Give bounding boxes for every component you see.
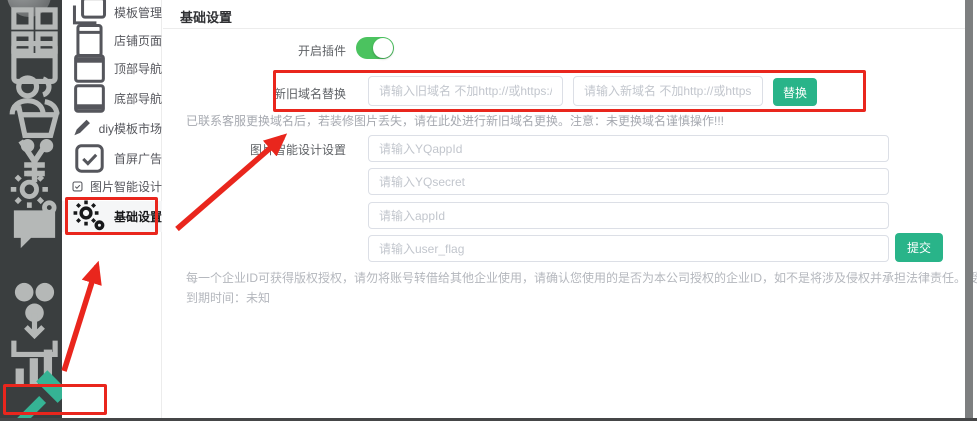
dark-sidebar: 概况 商品 会员 订单 财务 系统 消息 应用 xyxy=(0,0,62,418)
user-flag-input[interactable] xyxy=(368,235,889,262)
replace-button[interactable]: 替换 xyxy=(773,78,817,106)
diy-market-icon xyxy=(71,117,93,139)
submenu-item-label: 店铺页面 xyxy=(114,32,162,49)
image-design-label: 图片智能设计设置 xyxy=(163,141,346,158)
main-content: 基础设置 开启插件 新旧域名替换 替换 已联系客服更换域名后，若装修图片丢失，请… xyxy=(163,0,965,418)
submenu-item-label: 底部导航 xyxy=(114,90,162,107)
domain-hint: 已联系客服更换域名后，若装修图片丢失，请在此处进行新旧域名更换。注意：未更换域名… xyxy=(186,112,724,129)
submenu-item-basic-settings[interactable]: 基础设置 xyxy=(62,201,162,232)
submenu-item-label: 模板管理 xyxy=(114,4,162,21)
title-divider xyxy=(163,28,965,29)
submenu-item-image-smart-design[interactable]: 图片智能设计 xyxy=(62,172,162,200)
app-window: 概况 商品 会员 订单 财务 系统 消息 应用 xyxy=(0,0,977,421)
page-title: 基础设置 xyxy=(180,7,232,26)
submenu-item-label: 基础设置 xyxy=(114,208,162,225)
domain-replace-label: 新旧域名替换 xyxy=(163,85,346,102)
new-domain-input[interactable] xyxy=(573,76,763,106)
yqsecret-input[interactable] xyxy=(368,168,889,195)
submenu-item-label: 首屏广告 xyxy=(114,150,162,167)
messages-icon xyxy=(7,200,62,255)
basic-settings-icon xyxy=(71,198,108,235)
appid-input[interactable] xyxy=(368,202,889,229)
plugin-label: 开启插件 xyxy=(163,42,346,59)
yqappid-input[interactable] xyxy=(368,135,889,162)
submenu-item-label: 图片智能设计 xyxy=(90,178,162,195)
submenu-item-label: 顶部导航 xyxy=(114,60,162,77)
sidebar-item-messages[interactable]: 消息 xyxy=(0,217,62,237)
first-screen-ad-icon xyxy=(71,140,108,177)
sub-sidebar: 模板管理 店铺页面 顶部导航 底部导航 diy模板市场 首屏广告 图片智能设计 xyxy=(62,0,162,418)
submenu-item-top-nav[interactable]: 顶部导航 xyxy=(62,54,162,82)
plugin-toggle[interactable] xyxy=(356,37,394,59)
toggle-knob xyxy=(373,38,393,58)
image-smart-design-icon xyxy=(71,180,84,193)
submenu-item-bottom-nav[interactable]: 底部导航 xyxy=(62,84,162,112)
license-note: 每一个企业ID可获得版权授权，请勿将账号转借给其他企业使用，请确认您使用的是否为… xyxy=(186,269,977,286)
bottom-nav-icon xyxy=(71,80,108,117)
submenu-item-first-screen-ad[interactable]: 首屏广告 xyxy=(62,144,162,172)
expiry-text: 到期时间：未知 xyxy=(186,289,270,306)
old-domain-input[interactable] xyxy=(368,76,563,106)
vertical-scrollbar[interactable] xyxy=(965,0,973,421)
submenu-item-label: diy模板市场 xyxy=(99,120,162,137)
submit-button[interactable]: 提交 xyxy=(895,233,943,262)
submenu-item-diy-market[interactable]: diy模板市场 xyxy=(62,114,162,142)
